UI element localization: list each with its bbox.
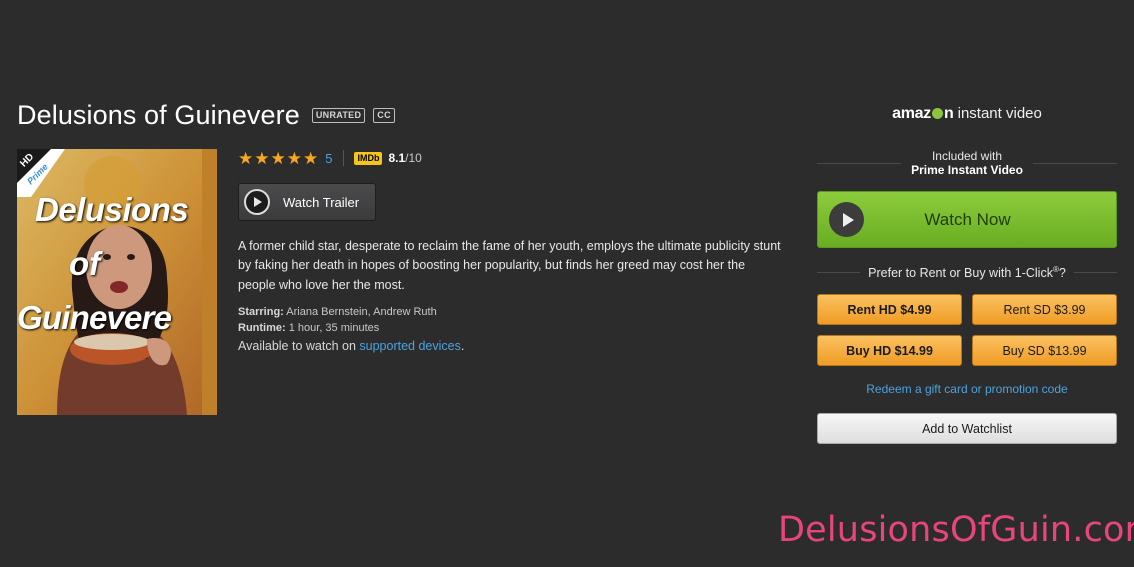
imdb-logo: IMDb (354, 151, 383, 165)
prefer-label: Prefer to Rent or Buy with 1-Click (868, 266, 1053, 281)
watch-trailer-button[interactable]: Watch Trailer (238, 183, 376, 221)
star-rating[interactable]: ★ ★ ★ ★ ★ (238, 150, 319, 167)
supported-devices-link[interactable]: supported devices (359, 339, 460, 353)
poster-title-line3: Guinevere (17, 299, 172, 336)
play-icon (829, 202, 864, 237)
redeem-gift-card-link[interactable]: Redeem a gift card or promotion code (817, 382, 1117, 396)
rating-count-link[interactable]: 5 (325, 151, 332, 166)
divider (817, 162, 902, 164)
watch-trailer-label: Watch Trailer (283, 194, 360, 210)
poster-title-line2: of (69, 245, 101, 282)
rent-sd-button[interactable]: Rent SD $3.99 (972, 294, 1117, 326)
rating-row: ★ ★ ★ ★ ★ 5 IMDb 8.1/10 (238, 149, 783, 167)
purchase-panel: amaz n instant video Included with Prime … (817, 105, 1117, 445)
included-line1: Included with (931, 149, 1003, 163)
logo-instant-video-text: instant video (957, 105, 1042, 122)
title-row: Delusions of Guinevere UNRATED CC (17, 100, 395, 131)
page-title: Delusions of Guinevere (17, 100, 300, 130)
rent-buy-text: Prefer to Rent or Buy with 1-Click®? (860, 265, 1074, 280)
availability-row: Available to watch on supported devices. (238, 337, 783, 355)
watch-now-button[interactable]: Watch Now (817, 191, 1117, 248)
rent-buy-header: Prefer to Rent or Buy with 1-Click®? (817, 265, 1117, 280)
star-icon: ★ (303, 148, 319, 168)
starring-value: Ariana Bernstein, Andrew Ruth (286, 305, 437, 318)
amazon-instant-video-logo: amaz n instant video (817, 105, 1117, 135)
runtime-label: Runtime: (238, 322, 286, 335)
buy-sd-button[interactable]: Buy SD $13.99 (972, 335, 1117, 367)
divider (343, 150, 345, 166)
poster-image[interactable]: HD Prime Delusions of Guinevere (17, 149, 217, 415)
rent-hd-button[interactable]: Rent HD $4.99 (817, 294, 962, 326)
imdb-score-value: 8.1 (388, 151, 406, 165)
star-icon: ★ (286, 148, 302, 168)
runtime-value: 1 hour, 35 minutes (288, 322, 380, 335)
divider (1073, 272, 1117, 274)
imdb-score: 8.1/10 (388, 151, 421, 165)
starring-row: Starring: Ariana Bernstein, Andrew Ruth (238, 304, 783, 321)
watch-now-label: Watch Now (924, 209, 1011, 229)
rating-badge: UNRATED (311, 108, 366, 123)
runtime-row: Runtime: 1 hour, 35 minutes (238, 320, 783, 337)
prefer-question: ? (1058, 266, 1066, 281)
play-icon (244, 189, 270, 215)
starring-label: Starring: (238, 305, 284, 318)
star-icon: ★ (254, 148, 270, 168)
buy-hd-button[interactable]: Buy HD $14.99 (817, 335, 962, 367)
add-to-watchlist-button[interactable]: Add to Watchlist (817, 413, 1117, 445)
imdb-score-max: /10 (405, 151, 422, 165)
included-with-prime: Included with Prime Instant Video (817, 149, 1117, 177)
poster-title-line1: Delusions (35, 191, 189, 228)
cc-badge: CC (373, 108, 395, 123)
divider (1032, 162, 1117, 164)
star-icon: ★ (238, 148, 254, 168)
included-line2: Prime Instant Video (911, 163, 1023, 177)
watermark-text: DelusionsOfGuin.com (778, 510, 1134, 550)
purchase-options: Rent HD $4.99 Rent SD $3.99 Buy HD $14.9… (817, 294, 1117, 367)
movie-meta: Starring: Ariana Bernstein, Andrew Ruth … (238, 304, 783, 337)
description: A former child star, desperate to reclai… (238, 239, 781, 292)
included-text: Included with Prime Instant Video (901, 149, 1033, 177)
availability-period: . (460, 338, 465, 353)
logo-amazon-text-end: n (943, 105, 954, 122)
star-icon: ★ (270, 148, 286, 168)
availability-text: Available to watch on (238, 338, 356, 353)
movie-info: ★ ★ ★ ★ ★ 5 IMDb 8.1/10 Watch Trailer A … (238, 149, 783, 355)
divider (817, 272, 861, 274)
amazon-o-icon (931, 108, 943, 119)
logo-amazon-text: amaz (892, 105, 931, 122)
